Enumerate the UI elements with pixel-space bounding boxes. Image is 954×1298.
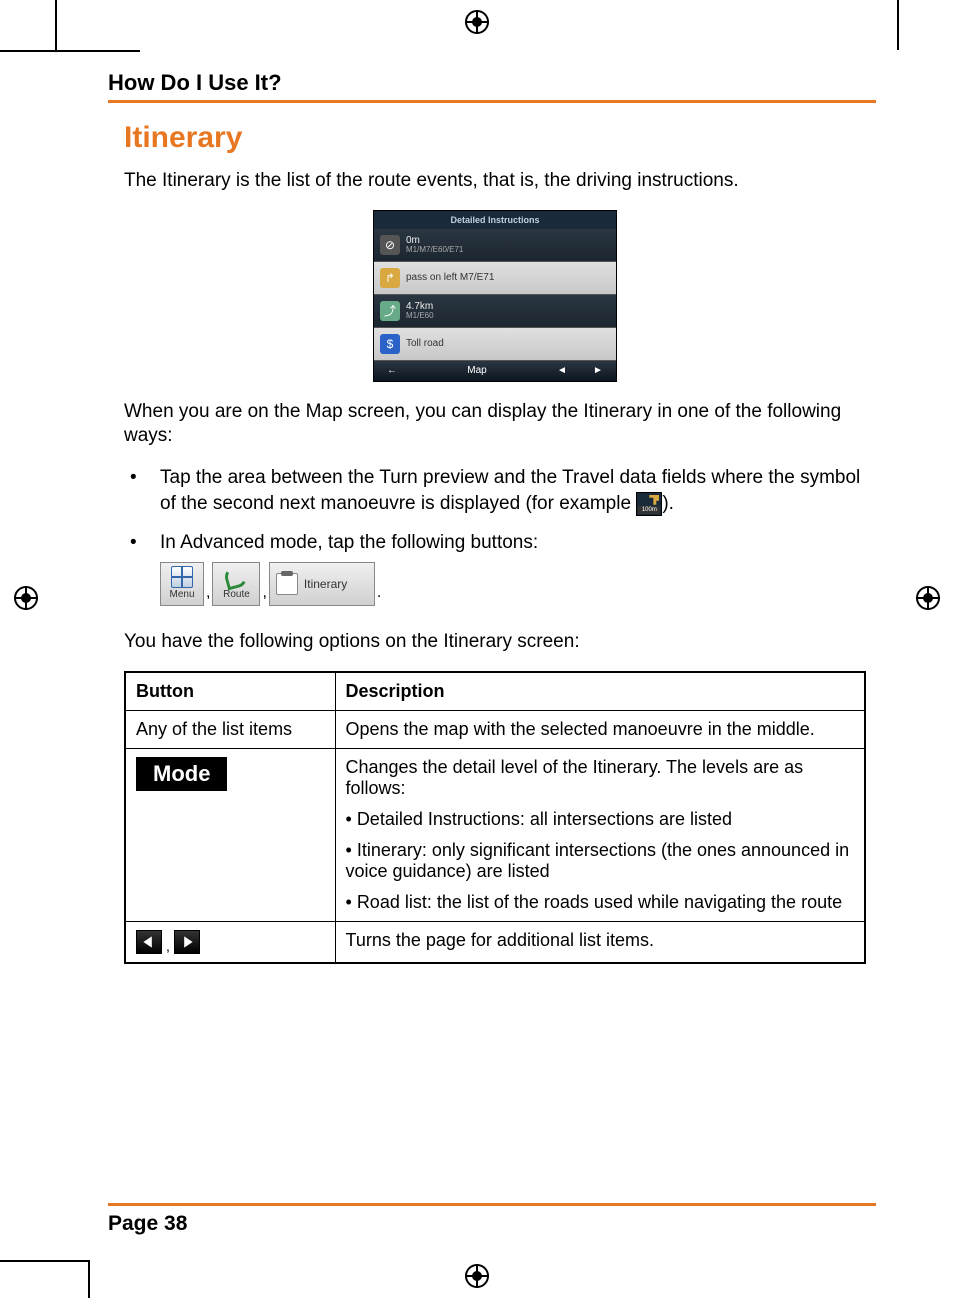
back-arrow-icon: ← [374,365,410,376]
description-cell: Opens the map with the selected manoeuvr… [335,710,865,748]
row-main: pass on left M7/E71 [406,272,494,283]
intro-paragraph: The Itinerary is the list of the route e… [124,169,866,194]
section-header: How Do I Use It? [108,70,876,103]
bullet-text: Tap the area between the Turn preview an… [160,467,860,514]
itinerary-screenshot: Detailed Instructions ⊘ 0mM1/M7/E60/E71 … [373,210,617,382]
list-item: $ Toll road [374,328,616,361]
bullet-text: In Advanced mode, tap the following butt… [160,532,538,553]
bullet-item: Tap the area between the Turn preview an… [124,465,866,516]
button-cell: , [125,921,335,963]
turn-icon: ↱ [380,268,400,288]
registration-mark-icon [916,586,940,610]
road-icon: ⊘ [380,235,400,255]
description-cell: Turns the page for additional list items… [335,921,865,963]
bullet-text: ). [662,493,674,514]
page-number: Page 38 [108,1203,876,1236]
route-button: Route [212,562,260,606]
button-cell: Any of the list items [125,710,335,748]
row-main: Toll road [406,338,444,349]
next-page-icon: ► [580,365,616,376]
registration-mark-icon [465,10,489,34]
page-left-icon [136,930,162,954]
row-sub: M1/E60 [406,312,434,321]
mode-button: Mode [136,757,227,791]
itinerary-button: Itinerary [269,562,375,606]
page-right-icon [174,930,200,954]
prev-page-icon: ◄ [544,365,580,376]
description-cell: Changes the detail level of the Itinerar… [335,748,865,921]
table-row: Mode Changes the detail level of the Iti… [125,748,865,921]
table-header: Button [125,672,335,711]
registration-mark-icon [14,586,38,610]
table-header: Description [335,672,865,711]
screenshot-title: Detailed Instructions [374,211,616,229]
row-sub: M1/M7/E60/E71 [406,246,463,255]
registration-mark-icon [465,1264,489,1288]
list-item: ↱ pass on left M7/E71 [374,262,616,295]
toll-icon: $ [380,334,400,354]
manoeuvre-icon: 100m [636,492,662,516]
menu-button: Menu [160,562,204,606]
options-table: Button Description Any of the list items… [124,671,866,964]
map-button-label: Map [410,365,544,376]
list-item: ⤴ 4.7kmM1/E60 [374,295,616,328]
road-icon: ⤴ [380,301,400,321]
bullet-item: In Advanced mode, tap the following butt… [124,530,866,606]
page-title: Itinerary [124,121,866,155]
paragraph: When you are on the Map screen, you can … [124,400,866,449]
button-cell: Mode [125,748,335,921]
table-row: Any of the list items Opens the map with… [125,710,865,748]
list-item: ⊘ 0mM1/M7/E60/E71 [374,229,616,262]
paragraph: You have the following options on the It… [124,630,866,655]
table-row: , Turns the page for additional list ite… [125,921,865,963]
